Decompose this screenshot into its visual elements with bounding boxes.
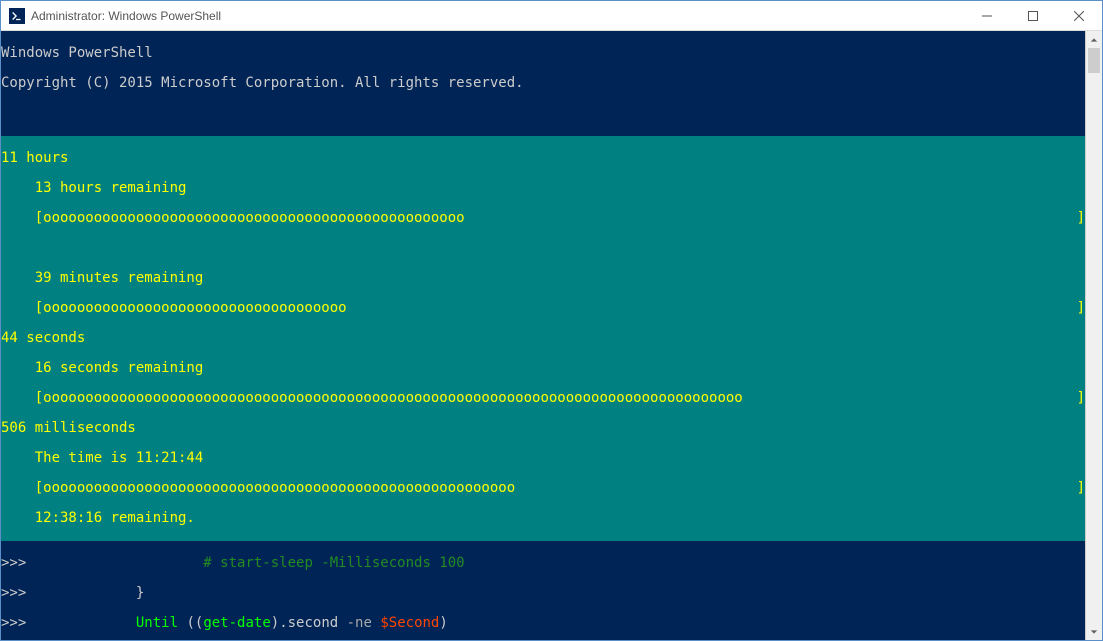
indent — [35, 555, 204, 571]
prompt: >>> — [1, 585, 35, 601]
progress-remaining: 12:38:16 remaining. — [1, 511, 1085, 526]
comment: # start-sleep -Milliseconds 100 — [203, 555, 464, 571]
prompt: >>> — [1, 555, 35, 571]
member: ).second — [271, 615, 347, 631]
progress-bar: [ooooooooooooooooooooooooooooooooooooooo… — [1, 211, 1085, 226]
close-button[interactable] — [1056, 1, 1102, 30]
header-line: Windows PowerShell — [1, 46, 1085, 61]
maximize-button[interactable] — [1010, 1, 1056, 30]
window-titlebar: Administrator: Windows PowerShell — [1, 1, 1102, 31]
progress-status: The time is 11:21:44 — [1, 451, 1085, 466]
operator: -ne — [347, 615, 372, 631]
progress-title: 506 milliseconds — [1, 421, 1085, 436]
progress-bar: [oooooooooooooooooooooooooooooooooooo] — [1, 301, 1085, 316]
indent — [35, 615, 136, 631]
code-line: >>> # start-sleep -Milliseconds 100 — [1, 556, 1085, 571]
vertical-scrollbar[interactable] — [1085, 31, 1102, 640]
scroll-down-arrow-icon[interactable] — [1086, 623, 1102, 640]
progress-status: 13 hours remaining — [1, 181, 1085, 196]
copyright-line: Copyright (C) 2015 Microsoft Corporation… — [1, 76, 1085, 91]
progress-status: 16 seconds remaining — [1, 361, 1085, 376]
powershell-icon — [9, 8, 25, 24]
progress-block: 11 hours 13 hours remaining [ooooooooooo… — [1, 136, 1085, 541]
blank-line — [1, 106, 1085, 121]
progress-bar-fill: [ooooooooooooooooooooooooooooooooooooooo… — [1, 391, 743, 406]
progress-bar-end: ] — [1077, 211, 1085, 226]
progress-bar: [ooooooooooooooooooooooooooooooooooooooo… — [1, 391, 1085, 406]
keyword: Until — [136, 615, 178, 631]
code-line: >>> Until ((get-date).second -ne $Second… — [1, 616, 1085, 631]
progress-bar-fill: [oooooooooooooooooooooooooooooooooooo — [1, 301, 347, 316]
scroll-thumb[interactable] — [1088, 48, 1100, 73]
cmdlet: get-date — [203, 615, 270, 631]
scroll-up-arrow-icon[interactable] — [1086, 31, 1102, 48]
window-title: Administrator: Windows PowerShell — [31, 9, 964, 23]
progress-bar: [ooooooooooooooooooooooooooooooooooooooo… — [1, 481, 1085, 496]
window-controls — [964, 1, 1102, 30]
prompt: >>> — [1, 615, 35, 631]
progress-bar-end: ] — [1077, 301, 1085, 316]
minimize-button[interactable] — [964, 1, 1010, 30]
variable: $Second — [380, 615, 439, 631]
brace: } — [136, 585, 144, 601]
paren: ) — [439, 615, 447, 631]
paren: (( — [178, 615, 203, 631]
indent — [35, 585, 136, 601]
progress-status: 39 minutes remaining — [1, 271, 1085, 286]
progress-bar-end: ] — [1077, 481, 1085, 496]
console-area: Windows PowerShell Copyright (C) 2015 Mi… — [1, 31, 1102, 640]
progress-bar-fill: [ooooooooooooooooooooooooooooooooooooooo… — [1, 481, 515, 496]
progress-bar-end: ] — [1077, 391, 1085, 406]
terminal-output[interactable]: Windows PowerShell Copyright (C) 2015 Mi… — [1, 31, 1085, 640]
progress-title: 44 seconds — [1, 331, 1085, 346]
code-line: >>> } — [1, 586, 1085, 601]
progress-bar-fill: [ooooooooooooooooooooooooooooooooooooooo… — [1, 211, 465, 226]
blank-line — [1, 241, 1085, 256]
progress-title: 11 hours — [1, 151, 1085, 166]
